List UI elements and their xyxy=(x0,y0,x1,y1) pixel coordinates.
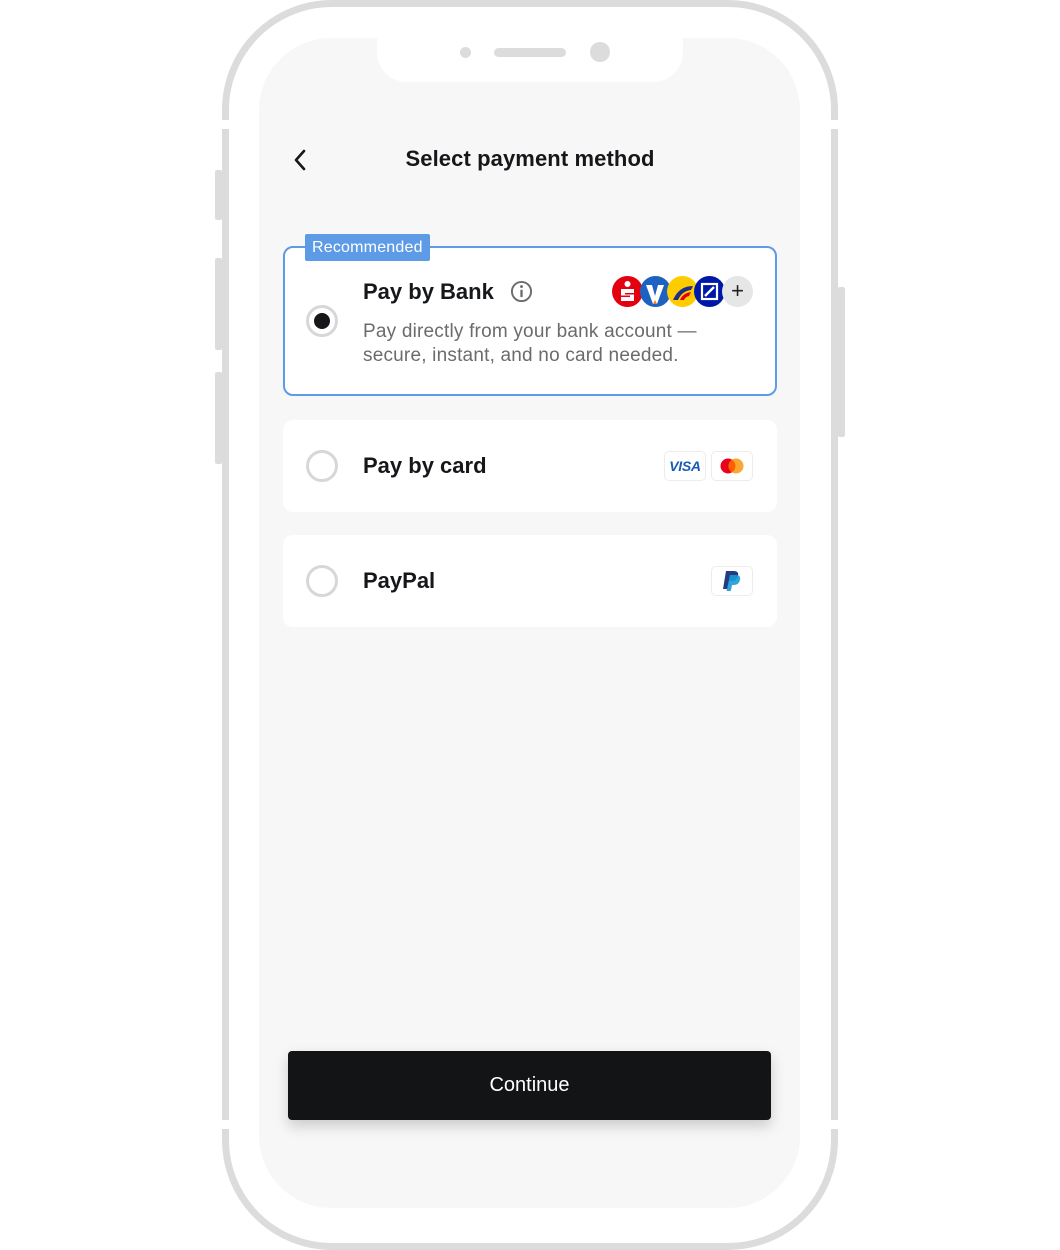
notch-sensor xyxy=(460,47,471,58)
phone-side-button-power xyxy=(838,287,845,437)
radio-pay-by-bank[interactable] xyxy=(306,305,338,337)
option-title: Pay by Bank xyxy=(363,279,494,304)
frame-antenna-line xyxy=(830,1120,839,1129)
option-title: PayPal xyxy=(363,568,436,593)
deutsche-bank-logo xyxy=(694,276,725,307)
notch-speaker xyxy=(494,48,566,57)
option-title: Pay by card xyxy=(363,453,487,478)
phone-side-button-mute xyxy=(215,170,222,220)
sparkasse-logo xyxy=(612,276,643,307)
option-description: Pay directly from your bank account — se… xyxy=(363,321,697,366)
frame-antenna-line xyxy=(221,120,230,129)
visa-logo: VISA xyxy=(664,451,706,481)
frame-antenna-line xyxy=(221,1120,230,1129)
info-icon[interactable] xyxy=(510,280,533,303)
mastercard-logo xyxy=(711,451,753,481)
notch-camera xyxy=(590,42,610,62)
radio-paypal[interactable] xyxy=(306,565,338,597)
more-banks-icon[interactable]: + xyxy=(722,276,753,307)
phone-side-button-volume-down xyxy=(215,372,222,464)
frame-antenna-line xyxy=(830,120,839,129)
phone-side-button-volume-up xyxy=(215,258,222,350)
continue-button[interactable]: Continue xyxy=(288,1051,771,1120)
visa-logo-text: VISA xyxy=(669,458,701,474)
payment-option-paypal[interactable] xyxy=(283,535,777,627)
paypal-logo xyxy=(711,566,753,596)
radio-selected-dot xyxy=(314,313,330,329)
page-title: Select payment method xyxy=(405,146,655,171)
recommended-badge: Recommended xyxy=(305,234,430,261)
radio-pay-by-card[interactable] xyxy=(306,450,338,482)
